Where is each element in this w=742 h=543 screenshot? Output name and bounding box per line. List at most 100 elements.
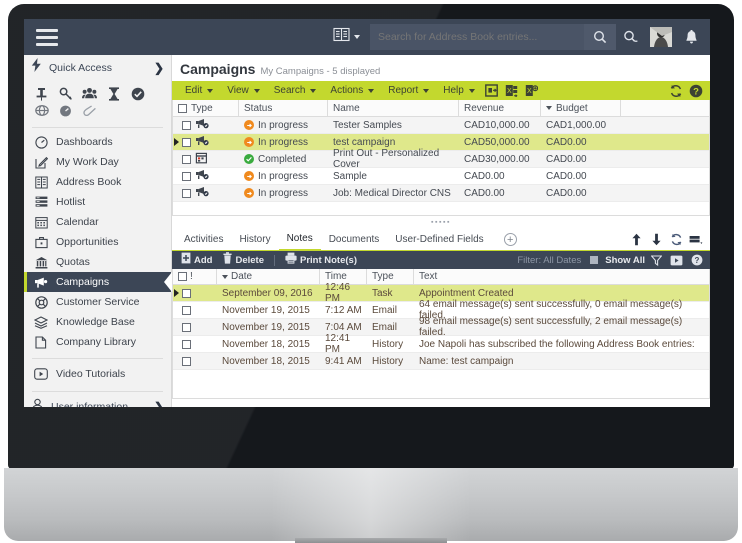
menu-report[interactable]: Report (381, 81, 436, 100)
funnel-icon[interactable] (648, 251, 665, 269)
list-item[interactable]: November 18, 2015 12:41 PM History Joe N… (173, 333, 709, 355)
sidebar-item-company-library[interactable]: Company Library (24, 332, 171, 352)
key-icon[interactable] (58, 86, 73, 101)
preview-icon[interactable] (668, 251, 685, 269)
check-circle-icon[interactable] (130, 86, 145, 101)
cell-status: In progress (239, 168, 328, 184)
cell-date: November 19, 2015 (222, 321, 310, 333)
select-all-checkbox[interactable] (178, 103, 187, 113)
address-book-selector[interactable] (325, 27, 368, 47)
sidebar-quick-access[interactable]: Quick Access ❯ (24, 55, 171, 80)
chevron-down-icon (423, 88, 430, 93)
column-label: Time (325, 271, 347, 282)
table-row[interactable]: In progress Sample CAD0.00 CAD0.00 (173, 168, 709, 185)
group-icon[interactable] (82, 86, 97, 101)
menu-edit[interactable]: Edit (178, 81, 220, 100)
column-header-name[interactable]: Name (328, 100, 459, 116)
menu-actions[interactable]: Actions (323, 81, 381, 100)
menu-help[interactable]: Help (436, 81, 482, 100)
column-header-type[interactable]: Type (367, 269, 414, 284)
chevron-right-icon[interactable]: ❯ (154, 400, 164, 407)
row-checkbox[interactable] (182, 339, 191, 349)
tab-notes[interactable]: Notes (278, 229, 321, 251)
sidebar-item-video-tutorials[interactable]: Video Tutorials (24, 363, 171, 385)
sidebar-item-address-book[interactable]: Address Book (24, 172, 171, 192)
hamburger-icon[interactable] (24, 19, 70, 55)
column-header-date[interactable]: Date (217, 269, 320, 284)
sidebar-item-quotas[interactable]: Quotas (24, 252, 171, 272)
add-note-button[interactable]: Add (177, 251, 216, 269)
search-button[interactable] (584, 24, 616, 50)
plus-circle-icon[interactable]: + (503, 233, 517, 246)
cell-type (173, 117, 239, 133)
row-checkbox[interactable] (182, 356, 191, 366)
export-icon[interactable] (482, 81, 502, 100)
sidebar-item-dashboards[interactable]: Dashboards (24, 132, 171, 152)
show-all-checkbox[interactable] (590, 256, 599, 264)
tab-documents[interactable]: Documents (321, 229, 388, 251)
help-icon[interactable]: ? (688, 251, 705, 269)
arrow-up-icon[interactable] (626, 229, 646, 251)
row-checkbox[interactable] (182, 322, 191, 332)
calendar-campaign-icon (195, 152, 209, 167)
list-item[interactable]: November 19, 2015 7:04 AM Email 98 email… (173, 316, 709, 338)
sidebar-item-campaigns[interactable]: Campaigns (24, 272, 172, 292)
advanced-search-button[interactable] (616, 19, 646, 55)
bank-icon (33, 256, 49, 269)
globe-icon[interactable] (34, 103, 49, 118)
help-icon[interactable]: ? (686, 81, 706, 100)
arrow-down-icon[interactable] (646, 229, 666, 251)
sidebar-item-my-work-day[interactable]: My Work Day (24, 152, 171, 172)
sidebar-item-opportunities[interactable]: Opportunities (24, 232, 171, 252)
user-avatar[interactable] (646, 19, 676, 55)
column-header-type[interactable]: Type (173, 100, 239, 116)
row-checkbox[interactable] (182, 171, 191, 181)
menu-view[interactable]: View (220, 81, 267, 100)
column-header-text[interactable]: Text (414, 269, 709, 284)
tab-user-defined-fields[interactable]: User-Defined Fields (387, 229, 491, 251)
column-header-revenue[interactable]: Revenue (459, 100, 541, 116)
pin-icon[interactable] (34, 86, 49, 101)
campaigns-grid-header: Type Status Name Revenue Budget (173, 100, 709, 117)
search-input[interactable] (378, 31, 576, 43)
row-checkbox[interactable] (182, 137, 191, 147)
gauge-icon[interactable] (58, 103, 73, 118)
delete-note-button[interactable]: Delete (219, 251, 268, 269)
row-checkbox[interactable] (182, 305, 191, 315)
hourglass-icon[interactable] (106, 86, 121, 101)
print-notes-button[interactable]: Print Note(s) (281, 251, 361, 269)
sidebar-item-calendar[interactable]: Calendar (24, 212, 171, 232)
row-checkbox[interactable] (182, 288, 191, 298)
table-row[interactable]: In progress Job: Medical Director CNS CA… (173, 185, 709, 202)
tab-history[interactable]: History (231, 229, 278, 251)
megaphone-icon (33, 276, 49, 289)
row-checkbox[interactable] (182, 154, 191, 164)
excel-options-icon[interactable]: X (522, 81, 542, 100)
refresh-icon[interactable] (666, 81, 686, 100)
sidebar-item-customer-service[interactable]: Customer Service (24, 292, 171, 312)
sidebar-item-hotlist[interactable]: Hotlist (24, 192, 171, 212)
sidebar-item-knowledge-base[interactable]: Knowledge Base (24, 312, 171, 332)
panel-splitter[interactable]: ▪▪▪▪▪ (172, 216, 710, 229)
layout-icon[interactable] (686, 229, 706, 251)
avatar (650, 27, 672, 47)
notifications-button[interactable] (676, 19, 706, 55)
column-header-budget[interactable]: Budget (541, 100, 621, 116)
column-header-status[interactable]: Status (239, 100, 328, 116)
row-checkbox[interactable] (182, 120, 191, 130)
notes-select-all-checkbox[interactable] (178, 272, 187, 281)
menu-search[interactable]: Search (267, 81, 324, 100)
sidebar-item-user-information[interactable]: User information ❯ (24, 396, 171, 407)
tab-activities[interactable]: Activities (176, 229, 231, 251)
paperclip-icon[interactable] (82, 103, 97, 118)
column-header-flag[interactable]: ! (173, 269, 217, 284)
table-row[interactable]: In progress Tester Samples CAD10,000.00 … (173, 117, 709, 134)
table-row[interactable]: Completed Print Out - Personalized Cover… (173, 148, 709, 170)
row-checkbox[interactable] (182, 188, 191, 198)
excel-export-icon[interactable]: X (502, 81, 522, 100)
notes-grid-header: ! Date Time Type Text (173, 269, 709, 285)
refresh-icon[interactable] (666, 229, 686, 251)
global-search-field[interactable] (370, 24, 584, 50)
list-item[interactable]: November 18, 2015 9:41 AM History Name: … (173, 353, 709, 370)
chevron-right-icon[interactable]: ❯ (154, 61, 164, 75)
